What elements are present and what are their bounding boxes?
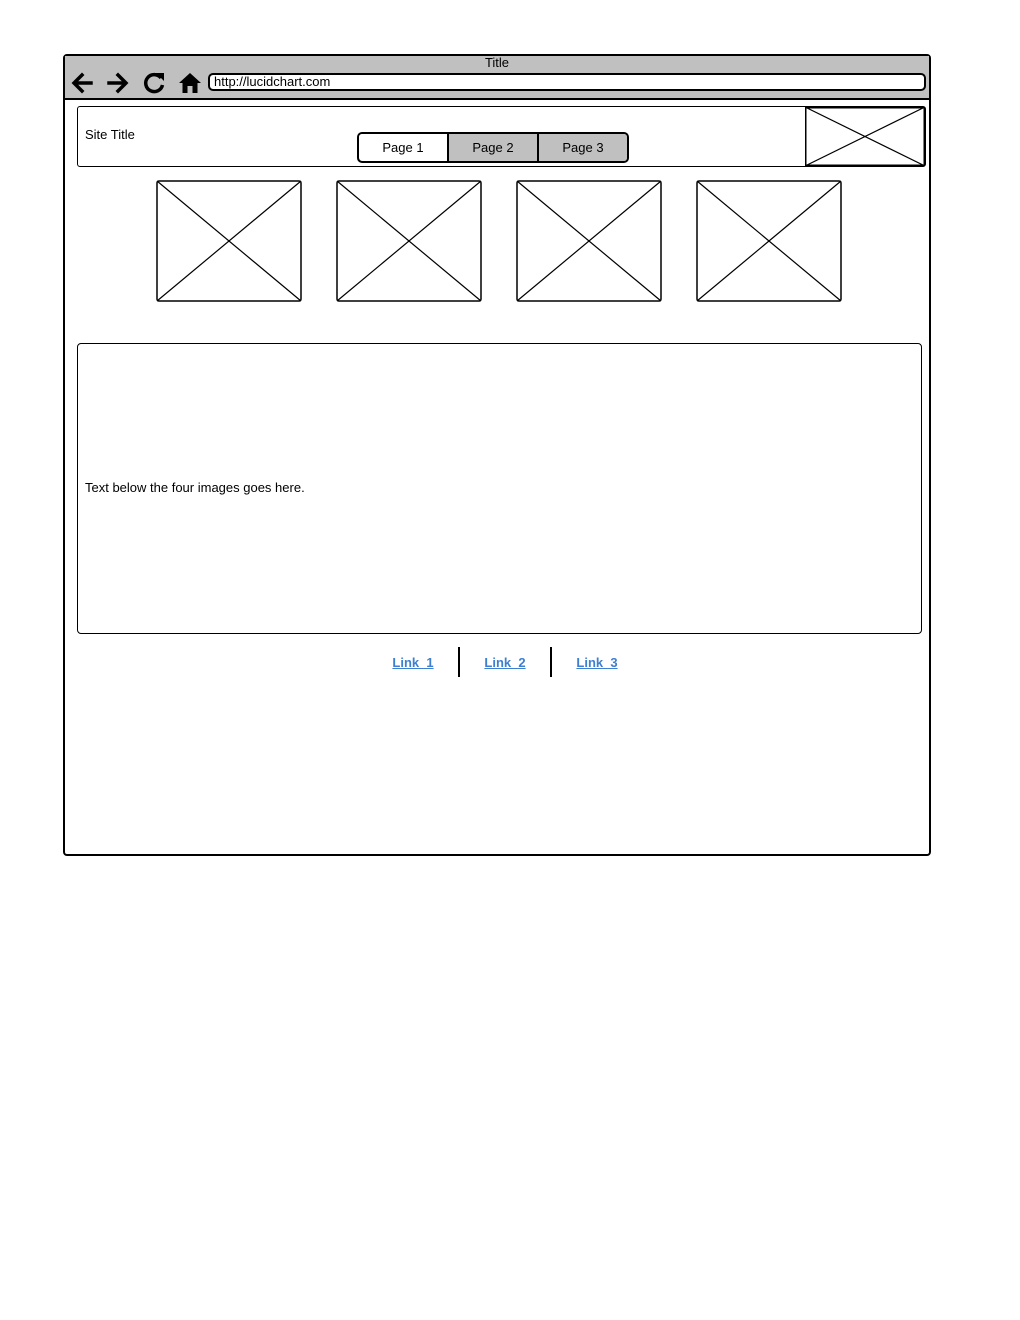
- footer-links: Link_1 Link_2 Link_3: [368, 646, 642, 678]
- tab-page-2[interactable]: Page 2: [447, 134, 537, 161]
- home-icon[interactable]: [177, 70, 203, 96]
- arrow-right-icon[interactable]: [105, 70, 131, 96]
- footer-link-3[interactable]: Link_3: [552, 655, 642, 670]
- window-title: Title: [484, 55, 510, 70]
- content-text: Text below the four images goes here.: [85, 480, 305, 495]
- image-placeholder-1: [156, 180, 302, 302]
- header-image-placeholder: [805, 107, 925, 166]
- url-text: http://lucidchart.com: [214, 74, 331, 89]
- url-bar[interactable]: http://lucidchart.com: [208, 73, 926, 91]
- page-tabs: Page 1 Page 2 Page 3: [357, 132, 629, 163]
- footer-link-1[interactable]: Link_1: [368, 655, 458, 670]
- tab-page-3[interactable]: Page 3: [537, 134, 627, 161]
- site-title: Site Title: [85, 127, 135, 142]
- content-panel: Text below the four images goes here.: [77, 343, 922, 634]
- tab-page-1[interactable]: Page 1: [359, 134, 447, 161]
- image-placeholder-3: [516, 180, 662, 302]
- image-placeholder-4: [696, 180, 842, 302]
- arrow-left-icon[interactable]: [69, 70, 95, 96]
- footer-link-2[interactable]: Link_2: [460, 655, 550, 670]
- site-header: Site Title Page 1 Page 2 Page 3: [77, 106, 926, 167]
- image-placeholder-2: [336, 180, 482, 302]
- reload-icon[interactable]: [141, 70, 167, 96]
- browser-chrome: Title http://lucidchart.com: [65, 56, 929, 100]
- browser-window: Title http://lucidchart.com Site Title P…: [63, 54, 931, 856]
